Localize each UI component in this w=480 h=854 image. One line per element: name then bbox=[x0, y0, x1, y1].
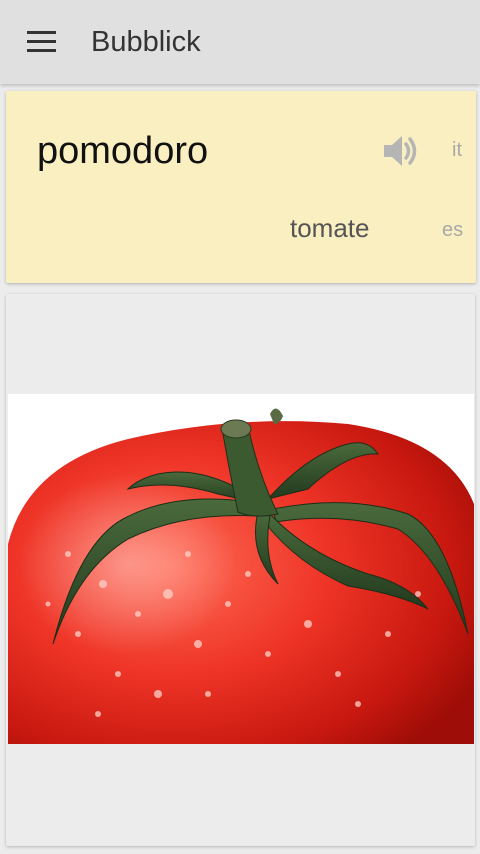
hamburger-menu-icon bbox=[27, 31, 56, 34]
app-title: Bubblick bbox=[91, 26, 201, 58]
tomato-image bbox=[8, 394, 474, 744]
menu-button[interactable] bbox=[20, 24, 64, 60]
image-card bbox=[6, 294, 475, 846]
translation-word: tomate bbox=[290, 213, 370, 243]
source-word: pomodoro bbox=[37, 130, 209, 172]
target-language: es bbox=[442, 219, 464, 241]
speaker-icon[interactable] bbox=[378, 131, 422, 171]
source-language: it bbox=[452, 139, 462, 161]
app-bar: Bubblick bbox=[0, 0, 480, 84]
word-card[interactable]: pomodoro it tomate es bbox=[6, 91, 476, 283]
